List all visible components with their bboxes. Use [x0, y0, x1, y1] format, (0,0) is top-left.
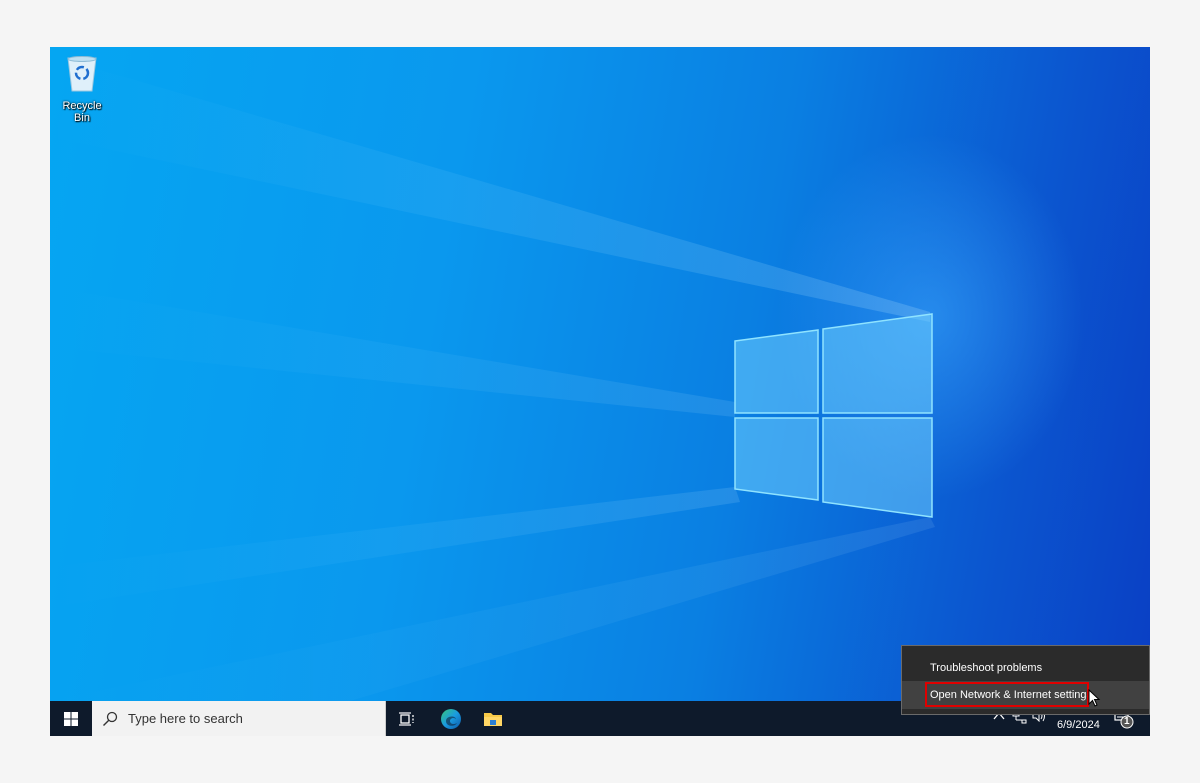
start-button[interactable]	[50, 701, 92, 736]
notification-count-badge: 1	[1124, 716, 1130, 727]
task-view-button[interactable]	[390, 701, 424, 736]
network-context-menu: Troubleshoot problems Open Network & Int…	[901, 645, 1150, 715]
desktop-wallpaper: Recycle Bin	[50, 47, 1150, 701]
recycle-bin-icon	[67, 56, 97, 92]
desktop-icon-recycle-bin[interactable]: Recycle Bin	[54, 55, 110, 124]
desktop-screen: Recycle Bin Type here to search 6/9/2024…	[50, 47, 1150, 736]
folder-icon	[484, 712, 502, 726]
search-icon	[103, 711, 118, 726]
desktop-icon-label: Recycle Bin	[62, 100, 102, 124]
menu-item-troubleshoot-problems[interactable]: Troubleshoot problems	[902, 654, 1149, 682]
task-view-icon	[399, 711, 414, 726]
annotation-highlight-box	[925, 682, 1089, 707]
search-placeholder: Type here to search	[128, 711, 243, 726]
taskbar-search-box[interactable]: Type here to search	[92, 701, 386, 736]
taskbar-app-edge[interactable]	[434, 701, 468, 736]
taskbar-clock-date[interactable]: 6/9/2024	[1057, 719, 1100, 731]
edge-icon	[441, 708, 461, 729]
taskbar-app-file-explorer[interactable]	[476, 701, 510, 736]
windows-logo-graphic	[734, 313, 933, 518]
windows-start-icon	[64, 711, 78, 726]
mouse-cursor-icon	[1088, 689, 1101, 707]
